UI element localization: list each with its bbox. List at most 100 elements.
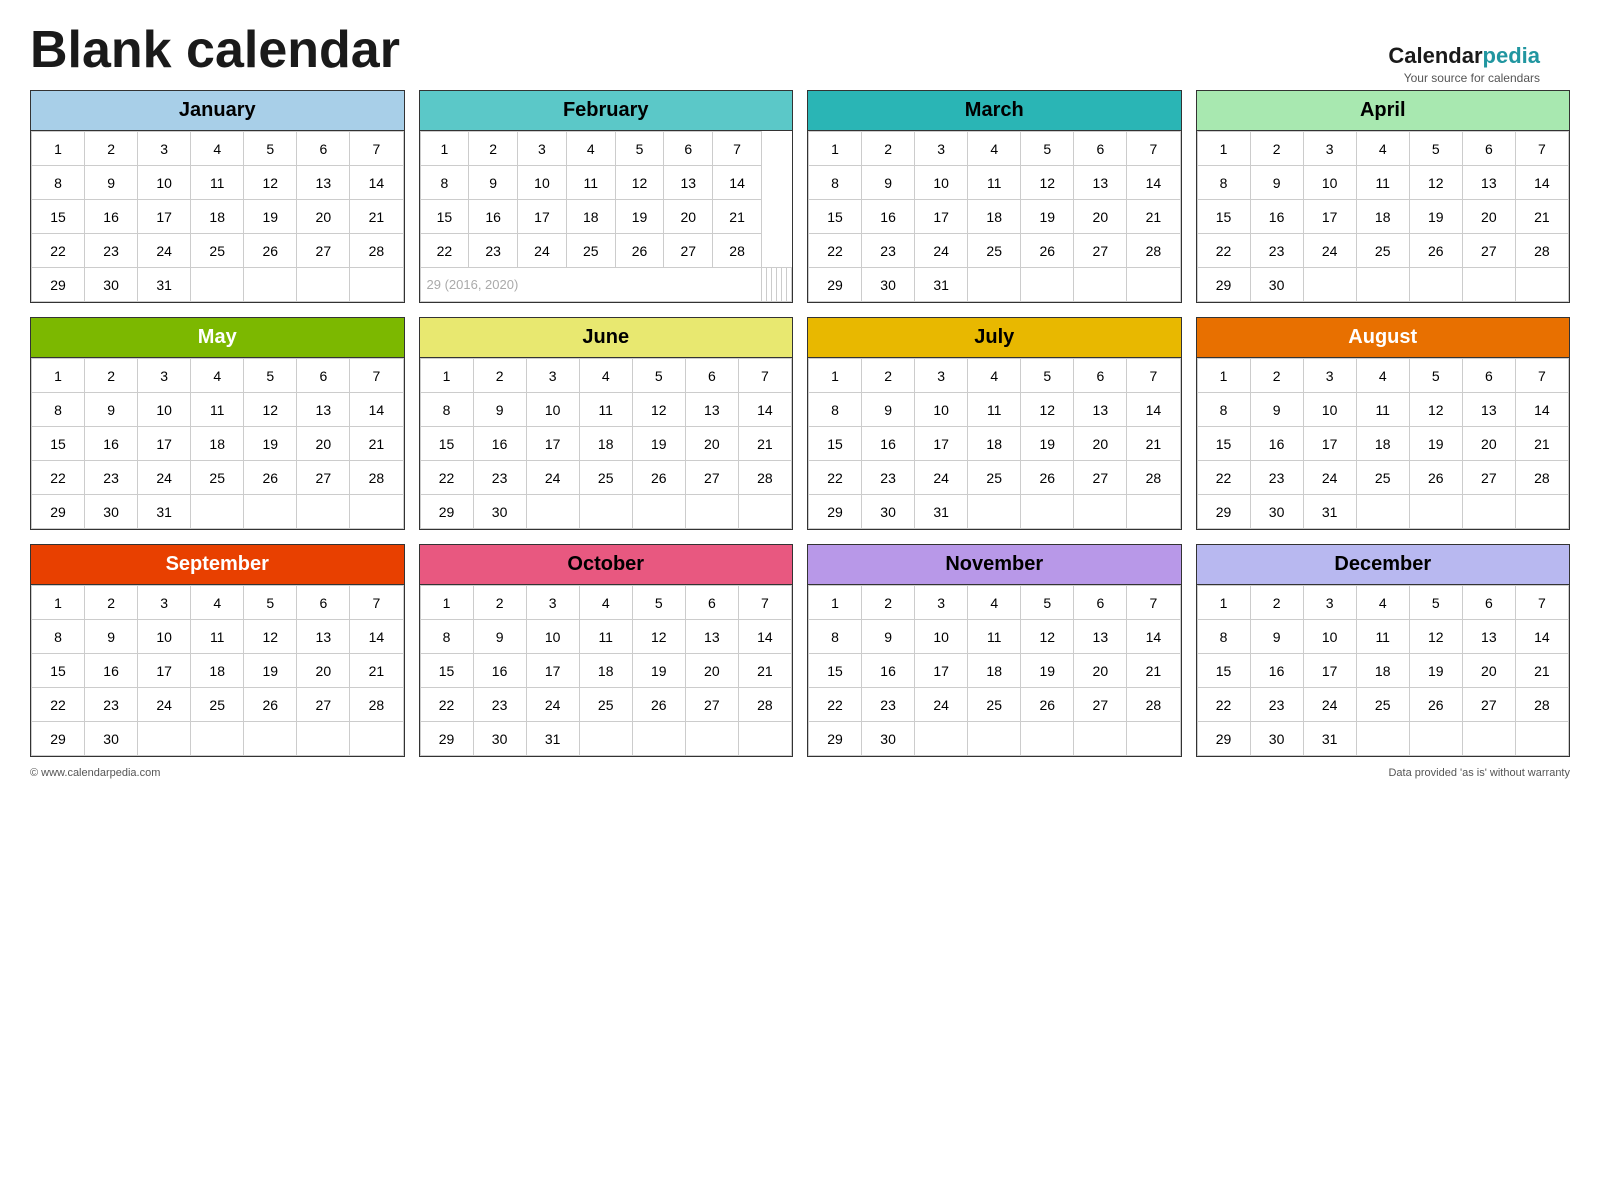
table-row: 293031 (1197, 722, 1569, 756)
day-cell: 11 (968, 166, 1021, 200)
day-cell: 28 (738, 688, 791, 722)
table-row: 891011121314 (32, 166, 404, 200)
day-cell: 27 (1462, 461, 1515, 495)
day-cell: 22 (1197, 688, 1250, 722)
day-cell: 25 (566, 234, 615, 268)
day-cell: 20 (1074, 200, 1127, 234)
day-cell (297, 495, 350, 529)
table-row: 1234567 (809, 132, 1181, 166)
day-cell: 18 (1356, 427, 1409, 461)
day-cell: 20 (1074, 654, 1127, 688)
month-table-jan: 1234567891011121314151617181920212223242… (31, 131, 404, 302)
day-cell: 14 (738, 620, 791, 654)
day-cell: 3 (1303, 586, 1356, 620)
day-cell (579, 722, 632, 756)
day-cell: 30 (85, 268, 138, 302)
brand-calendar-text: Calendar (1388, 43, 1482, 68)
footer-left: © www.calendarpedia.com (30, 767, 160, 779)
day-cell: 11 (1356, 166, 1409, 200)
day-cell: 5 (244, 132, 297, 166)
day-cell: 7 (713, 132, 762, 166)
day-cell: 7 (1515, 359, 1568, 393)
day-cell: 8 (420, 620, 473, 654)
day-cell (968, 268, 1021, 302)
day-cell: 12 (615, 166, 664, 200)
day-cell: 21 (713, 200, 762, 234)
table-row: 891011121314 (32, 620, 404, 654)
day-cell: 9 (473, 620, 526, 654)
day-cell: 8 (420, 393, 473, 427)
table-row: 15161718192021 (420, 427, 792, 461)
day-cell: 30 (1250, 722, 1303, 756)
table-row: 293031 (1197, 495, 1569, 529)
day-cell (738, 495, 791, 529)
day-cell: 4 (968, 132, 1021, 166)
day-cell: 1 (1197, 586, 1250, 620)
day-cell: 13 (297, 620, 350, 654)
month-table-mar: 1234567891011121314151617181920212223242… (808, 131, 1181, 302)
day-cell: 3 (138, 586, 191, 620)
day-cell: 25 (1356, 461, 1409, 495)
day-cell: 24 (1303, 461, 1356, 495)
month-header-sep: September (31, 545, 404, 585)
table-row: 2930 (809, 722, 1181, 756)
day-cell: 22 (1197, 461, 1250, 495)
day-cell: 26 (244, 461, 297, 495)
day-cell: 24 (526, 688, 579, 722)
table-row: 1234567 (809, 586, 1181, 620)
day-cell: 27 (1462, 688, 1515, 722)
month-table-sep: 1234567891011121314151617181920212223242… (31, 585, 404, 756)
day-cell: 1 (32, 132, 85, 166)
day-cell (1021, 722, 1074, 756)
month-sep: September1234567891011121314151617181920… (30, 544, 405, 757)
day-cell: 3 (915, 132, 968, 166)
table-row: 22232425262728 (420, 461, 792, 495)
table-row: 15161718192021 (809, 654, 1181, 688)
day-cell: 12 (1409, 166, 1462, 200)
day-cell: 18 (191, 654, 244, 688)
table-row: 22232425262728 (32, 461, 404, 495)
day-cell: 27 (685, 688, 738, 722)
day-cell (915, 722, 968, 756)
day-cell: 27 (1074, 234, 1127, 268)
day-cell: 29 (420, 722, 473, 756)
footer: © www.calendarpedia.com Data provided 'a… (30, 767, 1570, 779)
day-cell: 24 (915, 688, 968, 722)
day-cell: 6 (664, 132, 713, 166)
day-cell: 23 (85, 688, 138, 722)
table-row: 293031 (809, 268, 1181, 302)
day-cell: 26 (615, 234, 664, 268)
day-cell: 2 (1250, 586, 1303, 620)
day-cell: 16 (862, 200, 915, 234)
day-cell: 16 (473, 654, 526, 688)
day-cell: 31 (1303, 495, 1356, 529)
table-row: 1234567 (32, 586, 404, 620)
day-cell (297, 722, 350, 756)
day-cell: 9 (1250, 393, 1303, 427)
table-row: 22232425262728 (1197, 461, 1569, 495)
day-cell: 2 (85, 359, 138, 393)
day-cell: 20 (685, 654, 738, 688)
day-cell: 24 (138, 234, 191, 268)
day-cell: 19 (632, 427, 685, 461)
day-cell (579, 495, 632, 529)
day-cell (350, 268, 403, 302)
day-cell: 29 (1197, 495, 1250, 529)
day-cell (1462, 495, 1515, 529)
table-row: 891011121314 (420, 620, 792, 654)
table-row: 1234567 (1197, 132, 1569, 166)
day-cell: 13 (685, 393, 738, 427)
day-cell: 24 (1303, 234, 1356, 268)
day-cell: 28 (1127, 688, 1180, 722)
day-cell: 18 (566, 200, 615, 234)
day-cell: 6 (1462, 586, 1515, 620)
day-cell: 3 (138, 132, 191, 166)
day-cell: 9 (85, 620, 138, 654)
day-cell: 30 (862, 495, 915, 529)
month-may: May1234567891011121314151617181920212223… (30, 317, 405, 530)
table-row: 29 (2016, 2020) (420, 268, 792, 302)
day-cell: 17 (1303, 200, 1356, 234)
day-cell: 28 (350, 461, 403, 495)
month-table-dec: 1234567891011121314151617181920212223242… (1197, 585, 1570, 756)
day-cell: 31 (915, 268, 968, 302)
